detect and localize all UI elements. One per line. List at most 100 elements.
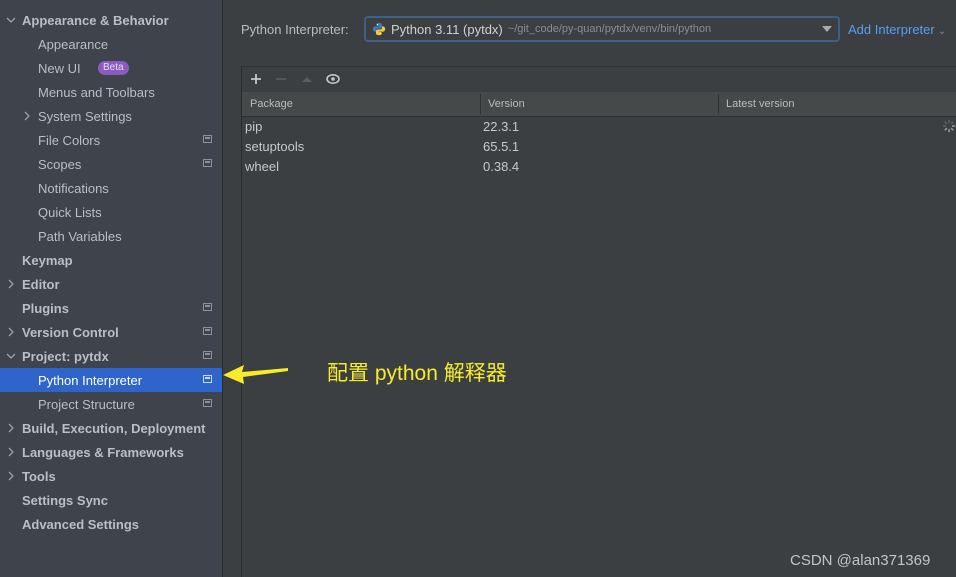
sidebar-item-label: Tools bbox=[22, 468, 56, 484]
package-name: setuptools bbox=[245, 139, 305, 154]
sidebar-item-notifications[interactable]: Notifications bbox=[0, 176, 222, 200]
package-version: 65.5.1 bbox=[483, 139, 520, 154]
project-level-icon bbox=[203, 399, 212, 407]
sidebar-item-keymap[interactable]: Keymap bbox=[0, 248, 222, 272]
sidebar-item-label: Editor bbox=[22, 276, 60, 292]
sidebar-item-label: File Colors bbox=[38, 132, 101, 148]
sidebar-item-label: System Settings bbox=[38, 108, 132, 124]
packages-table-header: Package Version Latest version bbox=[242, 92, 956, 117]
project-level-icon bbox=[203, 303, 212, 311]
sidebar-item-new-ui[interactable]: New UI Beta bbox=[0, 56, 222, 80]
sidebar-item-label: New UI bbox=[38, 60, 81, 76]
chevron-right-icon[interactable] bbox=[22, 104, 32, 128]
project-level-icon bbox=[203, 135, 212, 143]
interpreter-name: Python 3.11 (pytdx) bbox=[391, 21, 503, 37]
packages-panel: Package Version Latest version pip 22.3.1… bbox=[241, 66, 956, 577]
sidebar-item-appearance-behavior[interactable]: Appearance & Behavior bbox=[0, 8, 222, 32]
sidebar-item-path-variables[interactable]: Path Variables bbox=[0, 224, 222, 248]
sidebar-item-label: Scopes bbox=[38, 156, 82, 172]
project-level-icon bbox=[203, 159, 212, 167]
sidebar-item-version-control[interactable]: Version Control bbox=[0, 320, 222, 344]
settings-sidebar: Appearance & Behavior Appearance New UI Bet… bbox=[0, 0, 223, 577]
project-level-icon bbox=[203, 327, 212, 335]
python-logo-icon bbox=[372, 22, 386, 36]
column-header-package[interactable]: Package bbox=[250, 92, 293, 116]
annotation-text: 配置 python 解释器 bbox=[327, 362, 507, 385]
sidebar-item-label: Plugins bbox=[22, 300, 69, 316]
chevron-down-icon: ⌄ bbox=[937, 26, 947, 37]
plus-icon[interactable] bbox=[247, 70, 265, 88]
chevron-right-icon[interactable] bbox=[6, 440, 16, 464]
spinner-segment bbox=[944, 121, 948, 125]
annotation-arrow-icon bbox=[223, 365, 288, 384]
sidebar-item-plugins[interactable]: Plugins bbox=[0, 296, 222, 320]
watermark: CSDN @alan371369 bbox=[790, 552, 931, 569]
interpreter-path: ~/git_code/py-quan/pytdx/venv/bin/python bbox=[507, 23, 712, 35]
chevron-right-icon[interactable] bbox=[6, 464, 16, 488]
package-name: pip bbox=[245, 119, 263, 134]
sidebar-item-quick-lists[interactable]: Quick Lists bbox=[0, 200, 222, 224]
column-separator[interactable] bbox=[718, 94, 719, 114]
package-version: 0.38.4 bbox=[483, 159, 520, 174]
sidebar-item-project-structure[interactable]: Project Structure bbox=[0, 392, 222, 416]
project-level-icon bbox=[203, 351, 212, 359]
dropdown-arrow-icon[interactable] bbox=[822, 26, 832, 32]
sidebar-item-file-colors[interactable]: File Colors bbox=[0, 128, 222, 152]
sidebar-item-label: Settings Sync bbox=[22, 492, 108, 508]
add-interpreter-link[interactable]: Add Interpreter ⌄ bbox=[848, 22, 946, 37]
chevron-right-icon[interactable] bbox=[6, 416, 16, 440]
column-header-latest-version[interactable]: Latest version bbox=[726, 92, 794, 116]
interpreter-label: Python Interpreter: bbox=[241, 22, 349, 37]
sidebar-item-label: Project Structure bbox=[38, 396, 135, 412]
column-header-version[interactable]: Version bbox=[488, 92, 525, 116]
sidebar-item-label: Languages & Frameworks bbox=[22, 444, 184, 460]
sidebar-item-label: Notifications bbox=[38, 180, 109, 196]
triangle-up-icon[interactable] bbox=[298, 70, 316, 88]
sidebar-item-label: Keymap bbox=[22, 252, 73, 268]
sidebar-item-project-pytdx[interactable]: Project: pytdx bbox=[0, 344, 222, 368]
sidebar-item-label: Project: pytdx bbox=[22, 348, 109, 364]
table-row[interactable]: pip 22.3.1 bbox=[242, 117, 956, 137]
sidebar-item-settings-sync[interactable]: Settings Sync bbox=[0, 488, 222, 512]
sidebar-item-label: Advanced Settings bbox=[22, 516, 140, 532]
spinner-segment bbox=[950, 121, 954, 125]
minus-icon[interactable] bbox=[272, 70, 290, 88]
sidebar-item-build-execution-deployment[interactable]: Build, Execution, Deployment bbox=[0, 416, 222, 440]
sidebar-item-languages-frameworks[interactable]: Languages & Frameworks bbox=[0, 440, 222, 464]
loading-spinner-icon bbox=[943, 120, 955, 132]
sidebar-item-advanced-settings[interactable]: Advanced Settings bbox=[0, 512, 222, 536]
sidebar-item-appearance[interactable]: Appearance bbox=[0, 32, 222, 56]
packages-toolbar bbox=[242, 67, 956, 93]
project-level-icon bbox=[203, 375, 212, 383]
sidebar-item-label: Appearance bbox=[38, 36, 109, 52]
sidebar-item-label: Quick Lists bbox=[38, 204, 102, 220]
sidebar-item-scopes[interactable]: Scopes bbox=[0, 152, 222, 176]
add-interpreter-label: Add Interpreter bbox=[848, 22, 935, 37]
column-separator[interactable] bbox=[480, 94, 481, 114]
python-interpreter-page: Python Interpreter: Python 3.11 (pytdx) … bbox=[223, 0, 956, 577]
interpreter-dropdown[interactable]: Python 3.11 (pytdx) ~/git_code/py-quan/p… bbox=[364, 16, 840, 42]
sidebar-item-label: Version Control bbox=[22, 324, 119, 340]
table-row[interactable]: setuptools 65.5.1 bbox=[242, 137, 956, 157]
sidebar-item-python-interpreter[interactable]: Python Interpreter bbox=[0, 368, 222, 392]
sidebar-item-label: Build, Execution, Deployment bbox=[22, 420, 206, 436]
sidebar-item-tools[interactable]: Tools bbox=[0, 464, 222, 488]
chevron-down-icon[interactable] bbox=[6, 344, 16, 368]
spinner-segment bbox=[950, 127, 954, 131]
table-row[interactable]: wheel 0.38.4 bbox=[242, 157, 956, 177]
beta-badge: Beta bbox=[98, 61, 129, 75]
sidebar-item-label: Appearance & Behavior bbox=[22, 12, 169, 28]
chevron-right-icon[interactable] bbox=[6, 272, 16, 296]
package-name: wheel bbox=[245, 159, 279, 174]
sidebar-item-system-settings[interactable]: System Settings bbox=[0, 104, 222, 128]
sidebar-item-label: Python Interpreter bbox=[38, 372, 143, 388]
spinner-segment bbox=[944, 127, 948, 131]
chevron-down-icon[interactable] bbox=[6, 8, 16, 32]
sidebar-item-label: Menus and Toolbars bbox=[38, 84, 155, 100]
sidebar-item-editor[interactable]: Editor bbox=[0, 272, 222, 296]
package-version: 22.3.1 bbox=[483, 119, 520, 134]
sidebar-item-menus-and-toolbars[interactable]: Menus and Toolbars bbox=[0, 80, 222, 104]
chevron-right-icon[interactable] bbox=[6, 320, 16, 344]
eye-icon[interactable] bbox=[324, 70, 342, 88]
sidebar-item-label: Path Variables bbox=[38, 228, 122, 244]
